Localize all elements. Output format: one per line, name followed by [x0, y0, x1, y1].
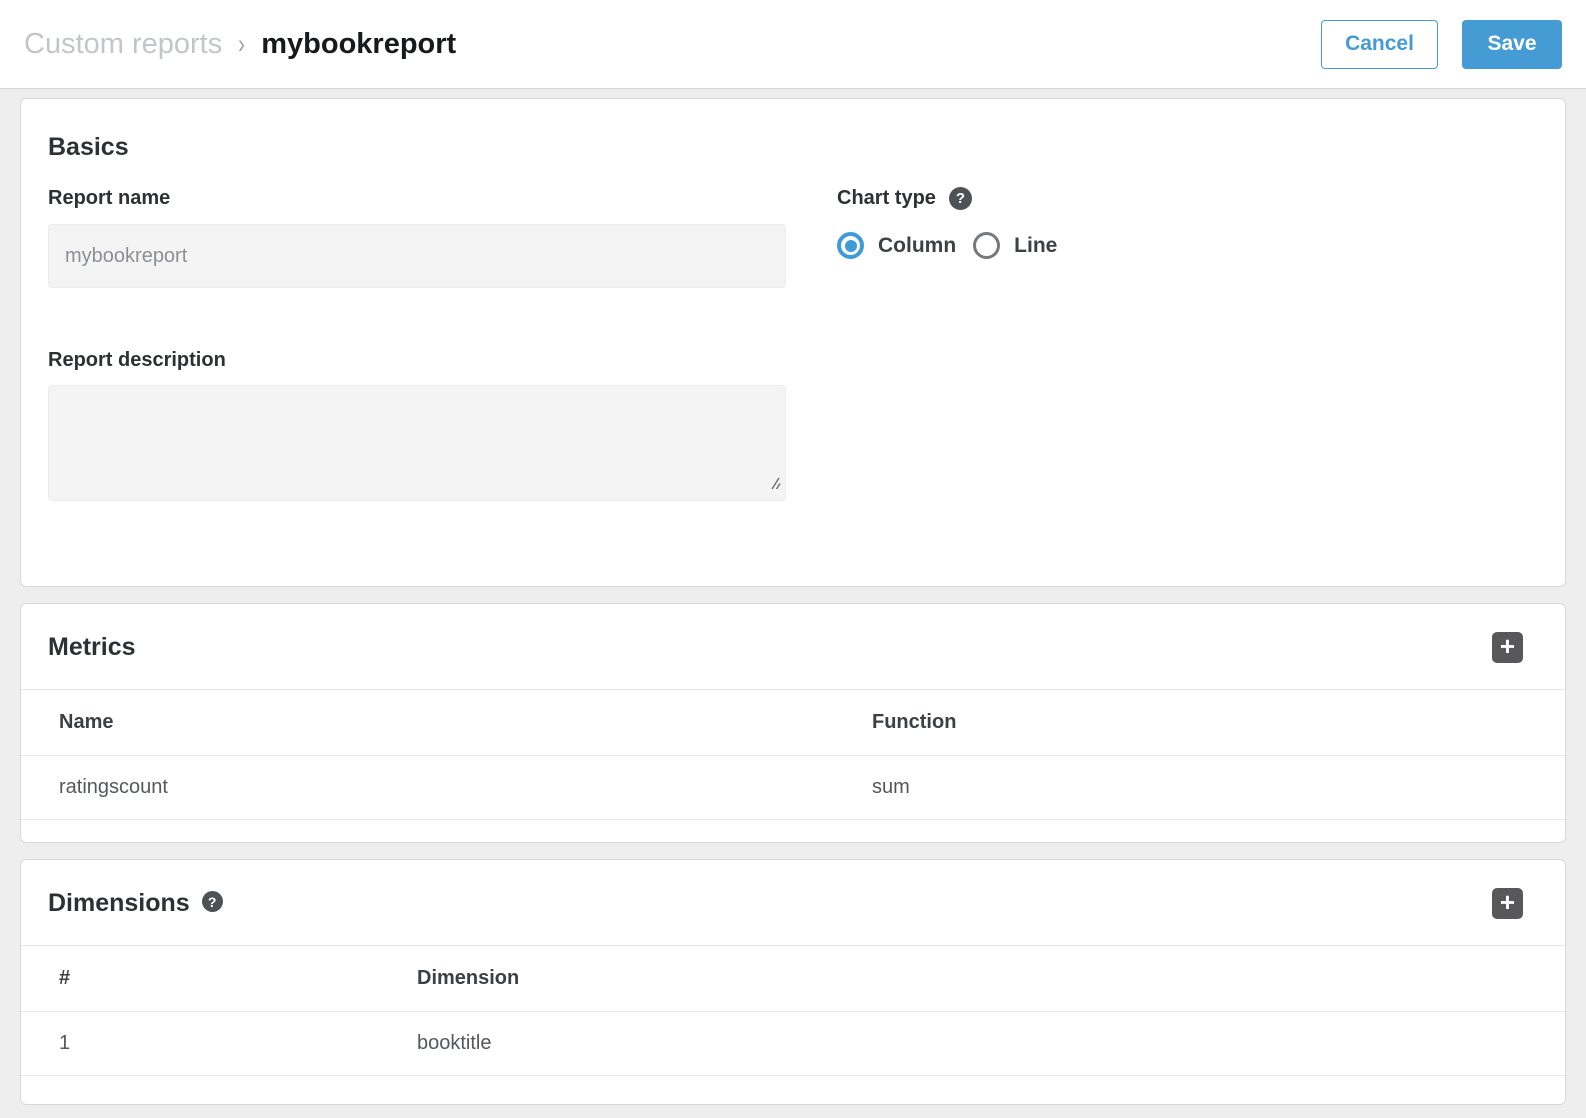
metrics-table-header: Name Function: [21, 689, 1565, 755]
report-name-input[interactable]: [48, 224, 786, 288]
basics-section: Basics Report name Report description: [20, 98, 1566, 587]
topbar-actions: Cancel Save: [1321, 20, 1562, 69]
metrics-function-header: Function: [872, 711, 1565, 734]
radio-selected-icon: [837, 232, 864, 259]
plus-icon: +: [1500, 633, 1515, 659]
dimensions-table-header: # Dimension: [21, 945, 1565, 1011]
save-button[interactable]: Save: [1462, 20, 1562, 69]
dimension-row[interactable]: 1 booktitle: [21, 1011, 1565, 1075]
metric-function-cell: sum: [872, 776, 1565, 799]
add-metric-button[interactable]: +: [1492, 632, 1523, 663]
dimension-name-header: Dimension: [417, 967, 1565, 990]
dimensions-title: Dimensions: [48, 889, 190, 918]
dimension-number-header: #: [21, 967, 417, 990]
metrics-section: Metrics + Name Function ratingscount sum: [20, 603, 1566, 843]
metrics-title: Metrics: [48, 633, 136, 662]
chart-type-radio-line[interactable]: Line: [973, 232, 1057, 259]
metrics-name-header: Name: [21, 711, 872, 734]
report-name-label: Report name: [48, 186, 786, 210]
cancel-button[interactable]: Cancel: [1321, 20, 1438, 69]
chart-type-help-icon[interactable]: ?: [949, 187, 972, 210]
report-description-label: Report description: [48, 348, 786, 372]
resize-handle-icon[interactable]: [767, 476, 781, 495]
metrics-table: Name Function ratingscount sum: [21, 689, 1565, 842]
page-title: mybookreport: [261, 28, 456, 61]
chevron-right-icon: ›: [238, 29, 245, 60]
radio-unselected-icon: [973, 232, 1000, 259]
report-editor: Basics Report name Report description: [0, 89, 1586, 1105]
metric-name-cell: ratingscount: [21, 776, 872, 799]
metric-row[interactable]: ratingscount sum: [21, 755, 1565, 819]
basics-title: Basics: [48, 133, 1538, 162]
add-dimension-button[interactable]: +: [1492, 888, 1523, 919]
chart-type-label: Chart type: [837, 186, 936, 210]
dimensions-table-footer: [21, 1075, 1565, 1104]
top-bar: Custom reports › mybookreport Cancel Sav…: [0, 0, 1586, 89]
breadcrumb-custom-reports-link[interactable]: Custom reports: [24, 28, 222, 61]
report-description-input[interactable]: [48, 385, 786, 501]
chart-type-radio-group: Column Line: [837, 232, 1538, 259]
breadcrumb: Custom reports › mybookreport: [24, 28, 456, 61]
dimensions-table: # Dimension 1 booktitle: [21, 945, 1565, 1104]
dimensions-help-icon[interactable]: ?: [202, 891, 223, 912]
radio-column-label: Column: [878, 234, 956, 258]
plus-icon: +: [1500, 889, 1515, 915]
metrics-table-footer: [21, 819, 1565, 842]
dimensions-section: Dimensions ? + # Dimension 1 booktitle: [20, 859, 1566, 1105]
dimension-name-cell: booktitle: [417, 1032, 1565, 1055]
chart-type-radio-column[interactable]: Column: [837, 232, 956, 259]
dimension-number-cell: 1: [21, 1032, 417, 1055]
radio-line-label: Line: [1014, 234, 1057, 258]
